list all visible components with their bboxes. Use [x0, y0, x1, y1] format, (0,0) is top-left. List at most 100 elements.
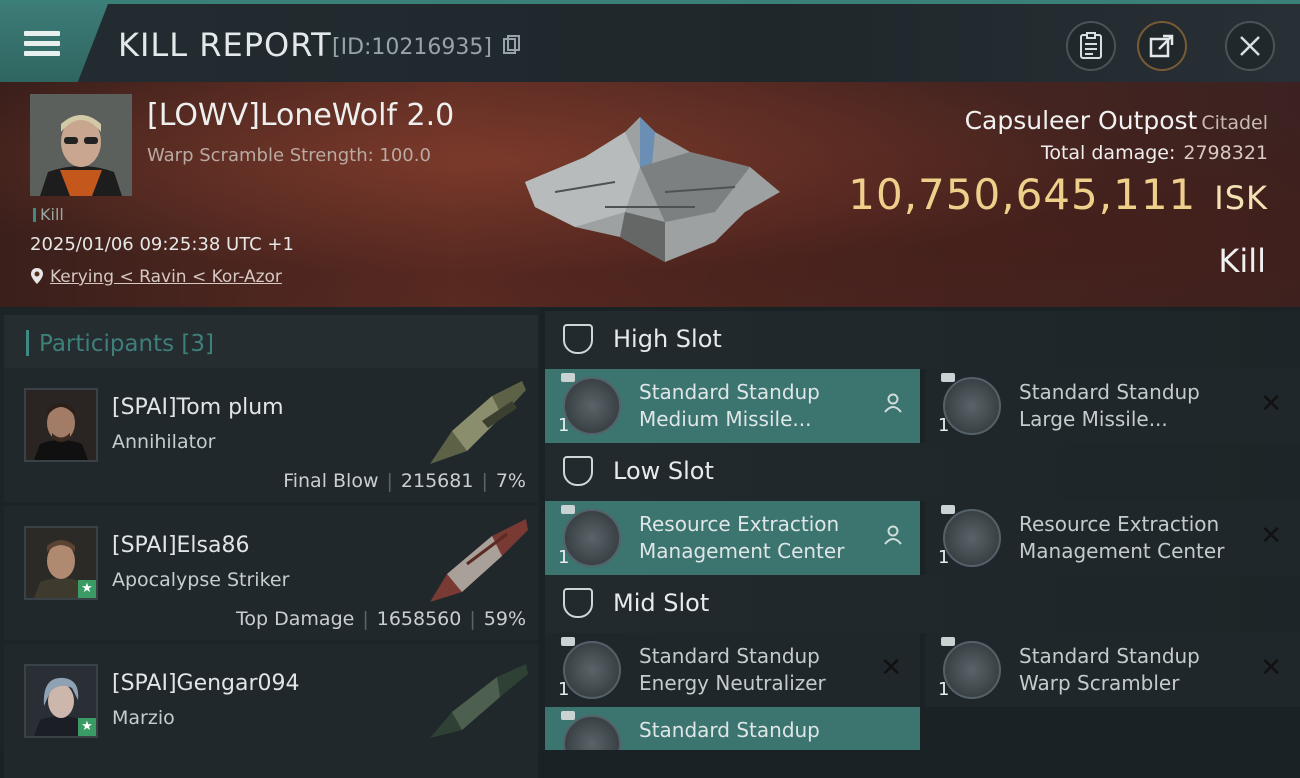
participant-ship: Annihilator	[112, 431, 216, 453]
module-tag-icon	[941, 373, 955, 382]
target-name: Capsuleer Outpost Citadel	[965, 106, 1268, 135]
module-tag-icon	[941, 637, 955, 646]
kill-result: Kill	[1218, 242, 1266, 280]
kill-location[interactable]: Kerying < Ravin < Kor-Azor	[30, 267, 282, 287]
module-name: Resource Extraction Management Center	[639, 512, 845, 563]
module-name: Resource Extraction Management Center	[1019, 512, 1225, 563]
location-pin-icon	[31, 268, 43, 284]
location-link[interactable]: Kerying < Ravin < Kor-Azor	[50, 267, 282, 287]
participant-stats: Final Blow | 215681 | 7%	[283, 470, 526, 492]
slot-icon	[563, 324, 593, 354]
participant-name[interactable]: [SPAI]Tom plum	[112, 395, 284, 420]
clipboard-button[interactable]	[1066, 21, 1116, 71]
participant-stats: Top Damage | 1658560 | 59%	[236, 608, 526, 630]
module-tag-icon	[561, 711, 575, 720]
victim-structure-image	[515, 112, 785, 272]
participant-percent: 59%	[483, 608, 526, 630]
total-damage-label: Total damage:	[1040, 142, 1176, 164]
missile-launcher-icon	[563, 377, 621, 435]
close-icon	[1240, 36, 1260, 56]
kill-tag: Kill	[33, 205, 64, 224]
page-title: KILL REPORT	[118, 26, 332, 64]
missile-launcher-icon	[943, 377, 1001, 435]
kill-tag-text: Kill	[40, 205, 64, 224]
participant-role: Top Damage	[236, 608, 355, 630]
kill-summary: [LOWV]LoneWolf 2.0 Warp Scramble Strengt…	[0, 82, 1300, 307]
clipboard-icon	[1080, 32, 1102, 59]
participant-ship: Apocalypse Striker	[112, 569, 290, 591]
participant-avatar[interactable]: ★	[24, 526, 98, 600]
report-id: [ID:10216935]	[332, 35, 521, 61]
victim-portrait[interactable]	[30, 94, 132, 196]
participant-name[interactable]: [SPAI]Gengar094	[112, 671, 300, 696]
isk-amount: 10,750,645,111	[848, 170, 1197, 219]
victim-subtitle: Warp Scramble Strength: 100.0	[147, 145, 431, 166]
module-item[interactable]: Standard Standup	[545, 707, 920, 750]
menu-icon	[24, 26, 60, 61]
module-item[interactable]: 1 Standard Standup Medium Missile...	[545, 369, 920, 443]
participant-row[interactable]: ★ [SPAI]Elsa86 Apocalypse Striker Top Da…	[4, 506, 538, 640]
module-item[interactable]: 1 Standard Standup Warp Scrambler ✕	[925, 633, 1300, 707]
participants-count: [3]	[181, 331, 215, 357]
participant-ship-image	[422, 514, 532, 604]
kill-timestamp: 2025/01/06 09:25:38 UTC +1	[30, 234, 294, 255]
participant-row[interactable]: [SPAI]Tom plum Annihilator Final Blow | 21…	[4, 368, 538, 502]
participant-damage: 215681	[400, 470, 474, 492]
star-badge-icon: ★	[78, 718, 96, 736]
module-tag-icon	[941, 505, 955, 514]
module-tag-icon	[561, 637, 575, 646]
energy-neutralizer-icon	[563, 641, 621, 699]
extraction-module-icon	[943, 509, 1001, 567]
fitting-panel: High Slot 1 Standard Standup Medium Missi…	[545, 307, 1300, 750]
participant-ship-image	[422, 652, 532, 742]
module-name: Standard Standup Medium Missile...	[639, 380, 820, 431]
star-badge-icon: ★	[78, 580, 96, 598]
participant-row[interactable]: ★ [SPAI]Gengar094 Marzio	[4, 644, 538, 778]
slot-title: High Slot	[613, 325, 722, 353]
copy-icon[interactable]	[502, 35, 521, 61]
module-qty: 1	[938, 679, 950, 700]
module-item[interactable]: 1 Resource Extraction Management Center ✕	[925, 501, 1300, 575]
x-icon: ✕	[880, 653, 902, 683]
menu-button[interactable]	[0, 4, 108, 82]
participant-avatar[interactable]: ★	[24, 664, 98, 738]
module-name: Standard Standup Large Missile...	[1019, 380, 1200, 431]
module-tag-icon	[561, 373, 575, 382]
slot-icon	[563, 588, 593, 618]
module-tag-icon	[561, 505, 575, 514]
x-icon: ✕	[1260, 521, 1282, 551]
module-item[interactable]: 1 Resource Extraction Management Center	[545, 501, 920, 575]
target-type: Citadel	[1201, 112, 1268, 134]
module-name: Standard Standup	[639, 718, 820, 742]
share-icon	[1149, 34, 1174, 58]
module-qty: 1	[558, 415, 570, 436]
participant-role: Final Blow	[283, 470, 379, 492]
pilot-icon	[884, 525, 902, 551]
module-qty: 1	[938, 415, 950, 436]
slot-title: Mid Slot	[613, 589, 710, 617]
module-qty: 1	[558, 547, 570, 568]
participant-name[interactable]: [SPAI]Elsa86	[112, 533, 249, 558]
participant-avatar[interactable]	[24, 388, 98, 462]
module-name: Standard Standup Energy Neutralizer	[639, 644, 826, 695]
module-name: Standard Standup Warp Scrambler	[1019, 644, 1200, 695]
participant-damage: 1658560	[376, 608, 462, 630]
target-name-text: Capsuleer Outpost	[964, 106, 1198, 135]
module-item[interactable]: 1 Standard Standup Energy Neutralizer ✕	[545, 633, 920, 707]
participants-label: Participants	[39, 331, 175, 357]
isk-unit: ISK	[1214, 179, 1268, 217]
participants-panel: Participants [3] [SPAI]Tom plum Annihila…	[0, 307, 540, 778]
slot-title: Low Slot	[613, 457, 714, 485]
x-icon: ✕	[1260, 389, 1282, 419]
victim-name[interactable]: [LOWV]LoneWolf 2.0	[147, 98, 454, 133]
module-item[interactable]: 1 Standard Standup Large Missile... ✕	[925, 369, 1300, 443]
participant-ship: Marzio	[112, 707, 175, 729]
close-button[interactable]	[1225, 21, 1275, 71]
module-qty: 1	[938, 547, 950, 568]
slot-header-high: High Slot	[545, 311, 1300, 369]
participant-percent: 7%	[495, 470, 526, 492]
x-icon: ✕	[1260, 653, 1282, 683]
slot-icon	[563, 456, 593, 486]
pilot-icon	[884, 393, 902, 419]
share-button[interactable]	[1137, 21, 1187, 71]
